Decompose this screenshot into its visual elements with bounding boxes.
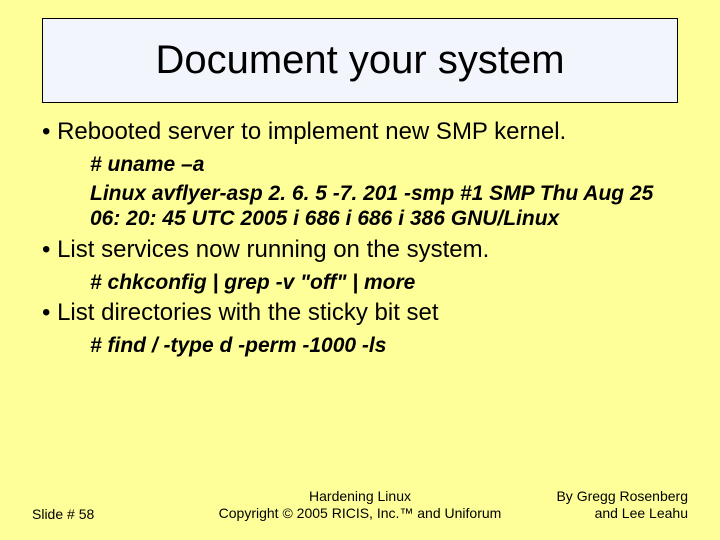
bullet-2: List services now running on the system.: [42, 236, 678, 264]
footer-author: By Gregg Rosenberg and Lee Leahu: [540, 488, 720, 522]
slide-content: Rebooted server to implement new SMP ker…: [42, 118, 678, 362]
bullet-1-sub-2: Linux avflyer-asp 2. 6. 5 -7. 201 -smp #…: [90, 181, 678, 231]
footer-center-line1: Hardening Linux: [180, 488, 540, 505]
footer-center-line2: Copyright © 2005 RICIS, Inc.™ and Unifor…: [180, 505, 540, 522]
title-box: Document your system: [42, 18, 678, 103]
bullet-3-sub-1: # find / -type d -perm -1000 -ls: [90, 333, 678, 358]
bullet-1: Rebooted server to implement new SMP ker…: [42, 118, 678, 146]
footer-slide-number: Slide # 58: [0, 506, 180, 522]
bullet-2-sub-1: # chkconfig | grep -v "off" | more: [90, 270, 678, 295]
bullet-3: List directories with the sticky bit set: [42, 299, 678, 327]
bullet-1-sub-1: # uname –a: [90, 152, 678, 177]
footer-right-line1: By Gregg Rosenberg: [540, 488, 688, 505]
slide-title: Document your system: [155, 38, 564, 83]
footer-center: Hardening Linux Copyright © 2005 RICIS, …: [180, 488, 540, 522]
footer-right-line2: and Lee Leahu: [540, 505, 688, 522]
footer: Slide # 58 Hardening Linux Copyright © 2…: [0, 488, 720, 522]
